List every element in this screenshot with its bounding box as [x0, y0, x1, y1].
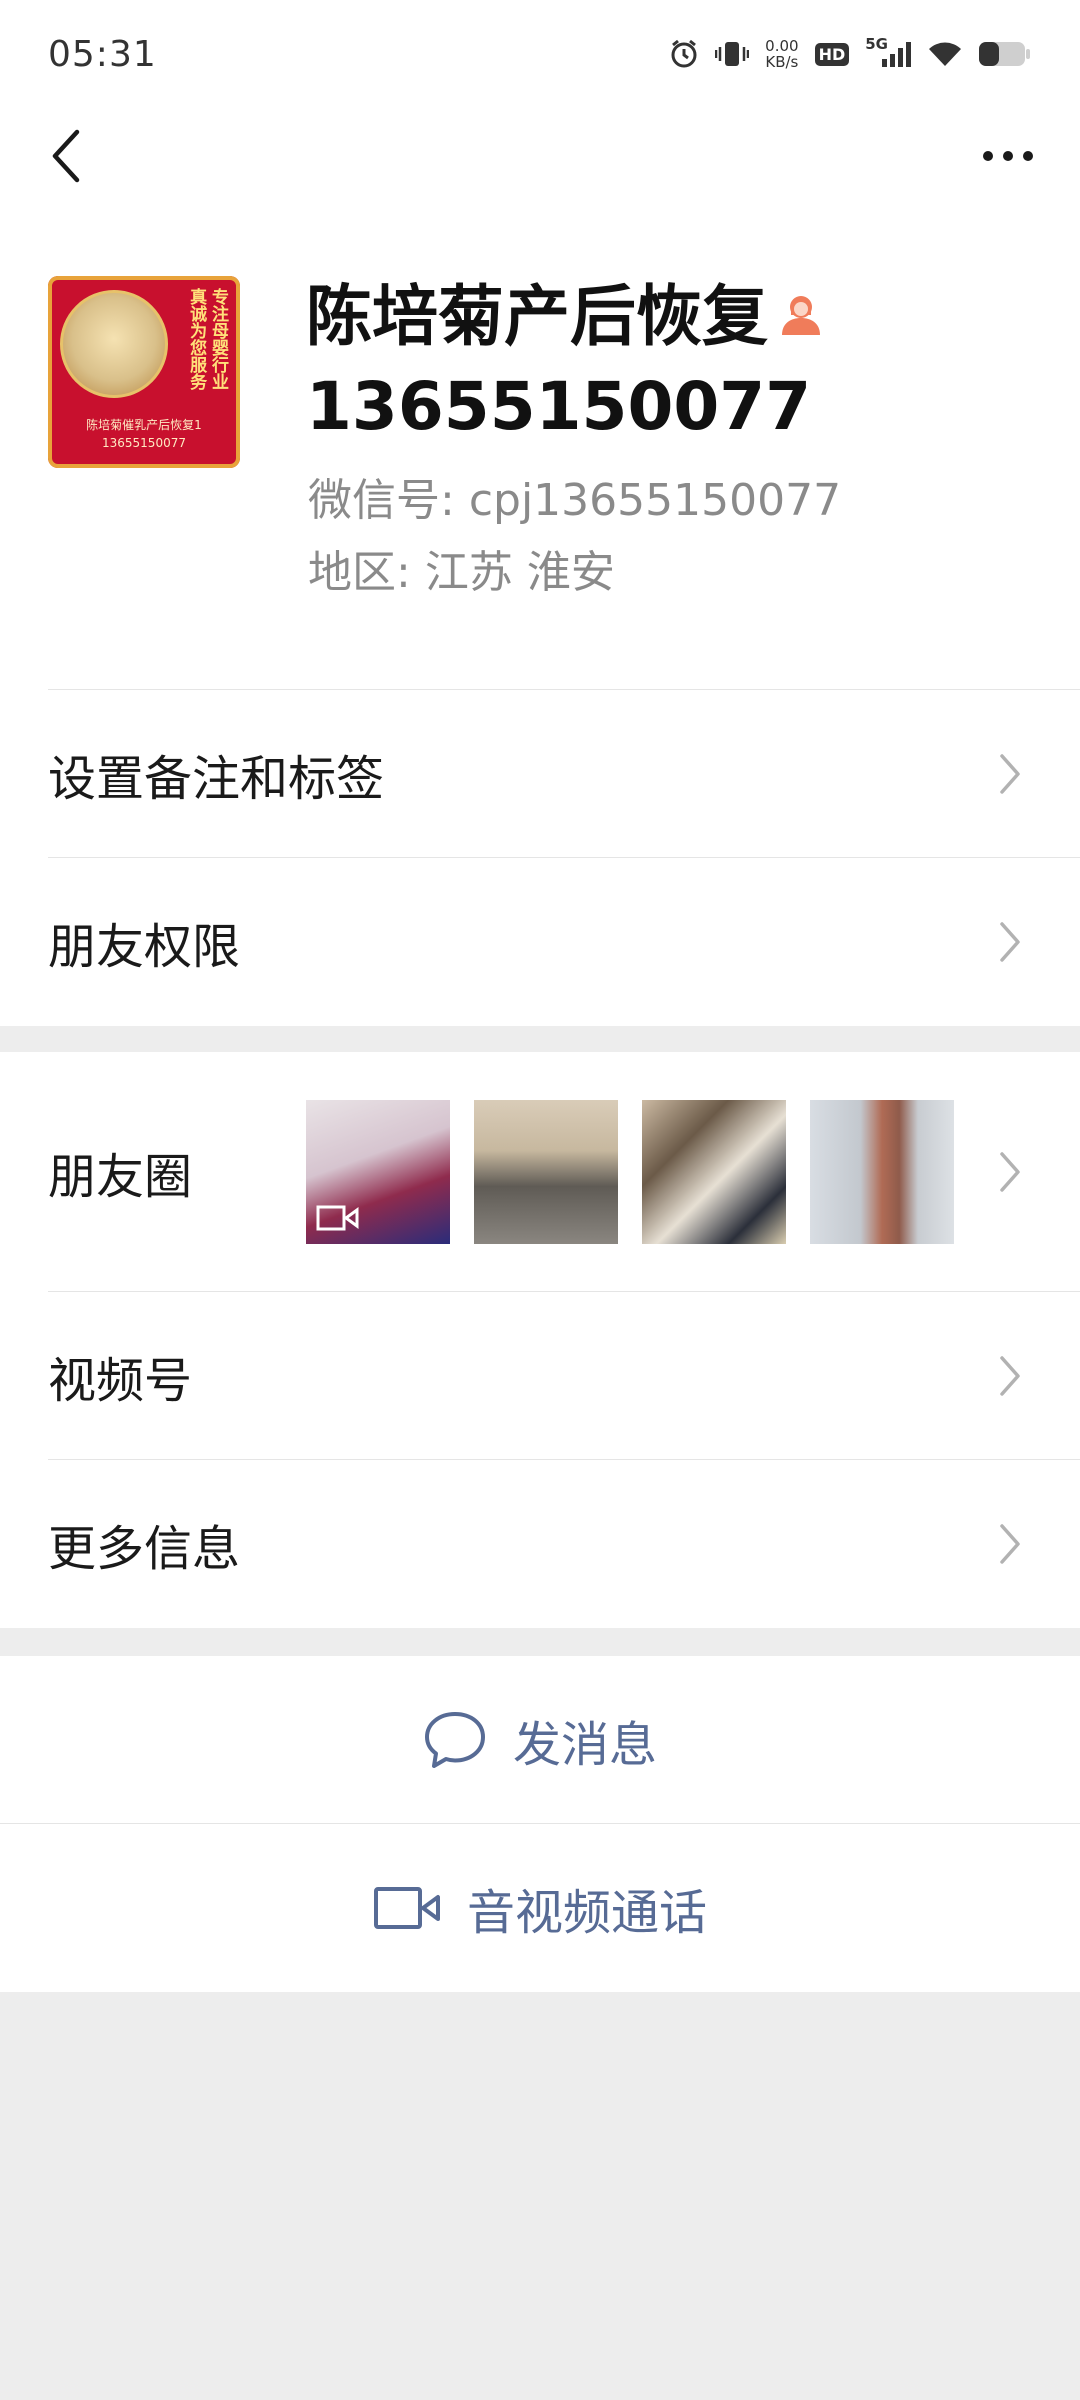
- moments-thumbnail: [642, 1100, 786, 1244]
- more-info-row[interactable]: 更多信息: [0, 1460, 1080, 1628]
- settings-group: 设置备注和标签 朋友权限: [0, 690, 1080, 1026]
- moments-label: 朋友圈: [48, 1149, 193, 1205]
- back-button[interactable]: [36, 126, 96, 186]
- send-message-button[interactable]: 发消息: [0, 1656, 1080, 1824]
- status-bar: 05:31 0.00 KB/s HD 5G: [0, 0, 1080, 108]
- net-speed: 0.00 KB/s: [765, 38, 798, 70]
- signal-5g-label: 5G: [865, 35, 888, 53]
- more-info-label: 更多信息: [48, 1521, 241, 1577]
- friend-permissions-label: 朋友权限: [48, 919, 241, 975]
- friend-permissions-row[interactable]: 朋友权限: [0, 858, 1080, 1026]
- chevron-right-icon: [1000, 922, 1020, 962]
- contact-name-line1: 陈培菊产后恢复: [306, 278, 768, 355]
- more-dot: [1023, 151, 1033, 161]
- battery-icon: [978, 40, 1032, 68]
- alarm-icon: [669, 39, 699, 69]
- avatar-text-2: 真诚为您服务: [186, 288, 207, 390]
- channels-label: 视频号: [48, 1353, 193, 1409]
- moments-thumbnail: [474, 1100, 618, 1244]
- net-speed-value: 0.00: [765, 37, 799, 55]
- female-user-icon: [778, 272, 824, 358]
- signal-icon: 5G: [865, 35, 912, 67]
- video-call-label: 音视频通话: [466, 1885, 707, 1941]
- chat-bubble-icon: [424, 1712, 485, 1768]
- status-icons: 0.00 KB/s HD 5G: [669, 35, 1032, 70]
- more-dots-icon: [983, 151, 993, 161]
- net-speed-unit: KB/s: [765, 53, 799, 71]
- chevron-right-icon: [1000, 1152, 1020, 1192]
- vibrate-icon: [715, 39, 750, 69]
- contact-name-line2: 13655150077: [306, 367, 812, 445]
- region: 地区: 江苏 淮安: [308, 536, 615, 600]
- avatar[interactable]: 真诚为您服务 专注母婴行业 陈培菊催乳产后恢复1 13655150077: [48, 276, 240, 468]
- wechat-id: 微信号: cpj13655150077: [308, 464, 841, 528]
- remark-tags-row[interactable]: 设置备注和标签: [0, 690, 1080, 858]
- more-button[interactable]: [972, 126, 1044, 186]
- remark-tags-label: 设置备注和标签: [48, 751, 385, 807]
- send-message-label: 发消息: [512, 1717, 657, 1773]
- chevron-right-icon: [1000, 1524, 1020, 1564]
- moments-row[interactable]: 朋友圈: [0, 1052, 1080, 1292]
- chevron-right-icon: [1000, 1356, 1020, 1396]
- wifi-icon: [928, 40, 962, 68]
- avatar-portrait: [60, 290, 168, 398]
- avatar-vertical-text: 真诚为您服务 专注母婴行业: [170, 288, 228, 408]
- moments-thumbnails: [306, 1100, 954, 1244]
- profile-card: 真诚为您服务 专注母婴行业 陈培菊催乳产后恢复1 13655150077 陈培菊…: [0, 204, 1080, 690]
- avatar-caption-line2: 13655150077: [102, 436, 186, 450]
- chevron-left-icon: [52, 129, 80, 183]
- video-call-button[interactable]: 音视频通话: [0, 1824, 1080, 1992]
- more-dot: [1003, 151, 1013, 161]
- region-value: 江苏 淮安: [424, 547, 615, 598]
- hd-badge: HD: [814, 42, 850, 66]
- wechat-id-value[interactable]: cpj13655150077: [469, 475, 841, 526]
- top-nav: [0, 108, 1080, 204]
- content-group: 朋友圈 视频号 更多信息: [0, 1052, 1080, 1628]
- avatar-text-1: 专注母婴行业: [208, 288, 228, 390]
- wechat-id-label: 微信号:: [308, 475, 455, 526]
- region-label: 地区:: [308, 547, 411, 598]
- moments-thumbnail: [810, 1100, 954, 1244]
- avatar-caption-line1: 陈培菊催乳产后恢复1: [86, 418, 202, 432]
- chevron-right-icon: [1000, 754, 1020, 794]
- contact-profile-screen: 05:31 0.00 KB/s HD 5G 真诚为您服务 专注母婴行业 陈培菊催…: [0, 0, 1080, 2400]
- video-icon: [316, 1205, 359, 1231]
- avatar-caption: 陈培菊催乳产后恢复1 13655150077: [48, 416, 240, 452]
- contact-name: 陈培菊产后恢复 13655150077: [306, 274, 1026, 450]
- status-time: 05:31: [48, 33, 157, 75]
- video-camera-icon: [373, 1887, 440, 1929]
- moments-thumbnail: [306, 1100, 450, 1244]
- action-buttons: 发消息 音视频通话: [0, 1656, 1080, 1992]
- channels-row[interactable]: 视频号: [0, 1292, 1080, 1460]
